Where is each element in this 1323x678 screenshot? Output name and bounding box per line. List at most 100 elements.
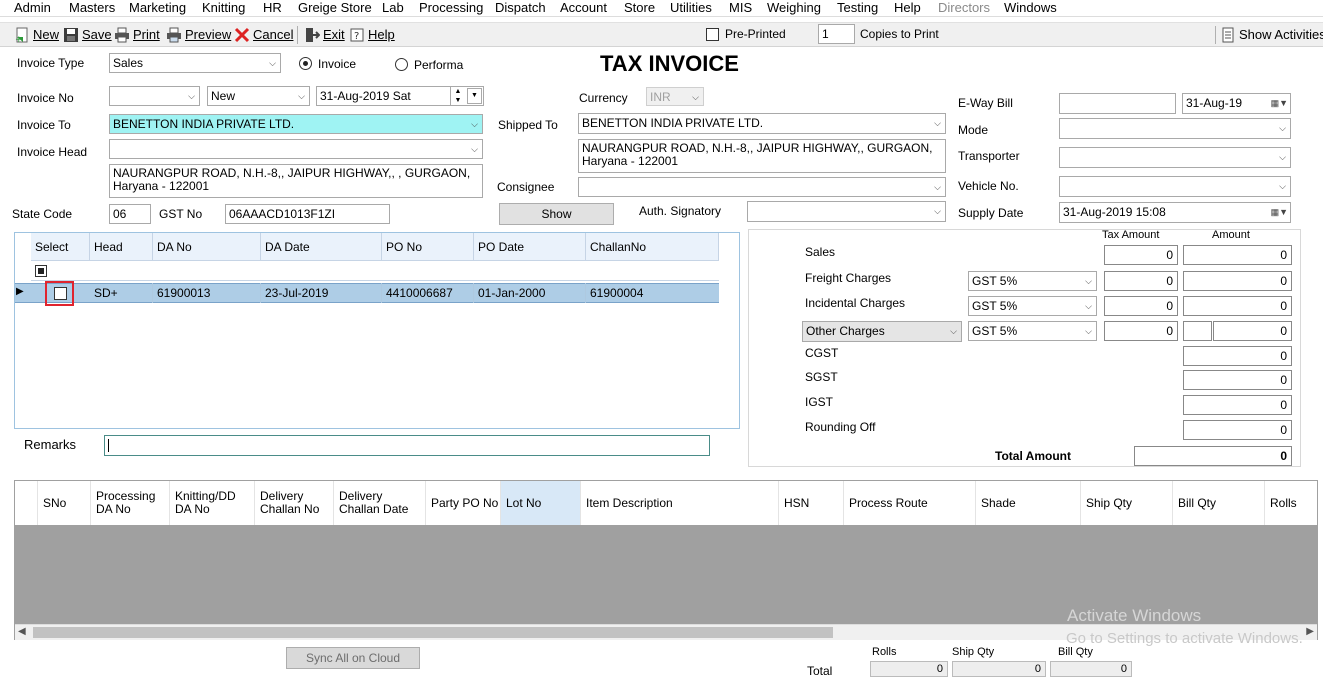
freight-gst-select[interactable]: GST 5% ⌵ [968,271,1097,291]
pre-printed-checkbox[interactable] [706,28,719,41]
menu-store[interactable]: Store [624,0,655,16]
menu-processing[interactable]: Processing [419,0,483,16]
freight-amount-input[interactable]: 0 [1183,271,1292,291]
col-ship-qty-header[interactable]: Ship Qty [1081,481,1173,525]
menu-weighing[interactable]: Weighing [767,0,821,16]
eway-bill-input[interactable] [1059,93,1176,114]
select-all-checkbox[interactable] [35,265,47,277]
copies-input[interactable]: 1 [818,24,855,44]
other-amount-input[interactable]: 0 [1213,321,1292,341]
rounding-amount-input[interactable]: 0 [1183,420,1292,440]
incidental-tax-input[interactable]: 0 [1104,296,1178,316]
menu-testing[interactable]: Testing [837,0,878,16]
cgst-amount-input[interactable]: 0 [1183,346,1292,366]
col-item-description-header[interactable]: Item Description [581,481,779,525]
dropdown-arrow-icon[interactable]: ▼ [467,88,482,104]
col-challan-date-header[interactable]: Delivery Challan Date [334,481,426,525]
col-po-no-header[interactable]: PO No [382,233,474,261]
help-button[interactable]: ? Help [349,25,395,45]
other-charges-select[interactable]: Other Charges ⌵ [802,321,962,342]
invoice-radio[interactable] [299,57,312,70]
scroll-right-icon[interactable]: ▶ [1306,626,1314,637]
incidental-amount-input[interactable]: 0 [1183,296,1292,316]
print-button[interactable]: Print [114,25,160,45]
menu-admin[interactable]: Admin [14,0,51,16]
preview-button[interactable]: Preview [166,25,231,45]
performa-radio[interactable] [395,58,408,71]
invoice-head-select[interactable]: ⌵ [109,139,483,159]
other-extra-input[interactable] [1183,321,1212,341]
supply-date-picker[interactable]: 31-Aug-2019 15:08 ▦▼ [1059,202,1291,223]
menu-utilities[interactable]: Utilities [670,0,712,16]
col-challan-no-header[interactable]: Delivery Challan No [255,481,334,525]
shipped-address-textarea[interactable]: NAURANGPUR ROAD, N.H.-8,, JAIPUR HIGHWAY… [578,139,946,173]
col-party-po-header[interactable]: Party PO No [426,481,501,525]
col-rolls-header[interactable]: Rolls [1265,481,1317,525]
sales-amount-input[interactable]: 0 [1183,245,1292,265]
shipped-to-select[interactable]: BENETTON INDIA PRIVATE LTD. ⌵ [578,113,946,134]
auth-signatory-select[interactable]: ⌵ [747,201,946,222]
menu-mis[interactable]: MIS [729,0,752,16]
invoice-status-select[interactable]: New ⌵ [207,86,310,106]
col-select-header[interactable]: Select [31,233,90,261]
scrollbar-thumb[interactable] [33,627,833,638]
menu-account[interactable]: Account [560,0,607,16]
freight-tax-input[interactable]: 0 [1104,271,1178,291]
col-knitting-da-header[interactable]: Knitting/DD DA No [170,481,255,525]
menu-marketing[interactable]: Marketing [129,0,186,16]
col-da-no-header[interactable]: DA No [153,233,261,261]
col-processing-da-header[interactable]: Processing DA No [91,481,170,525]
menu-knitting[interactable]: Knitting [202,0,245,16]
show-button[interactable]: Show [499,203,614,225]
new-button[interactable]: + New [14,25,59,45]
menu-hr[interactable]: HR [263,0,282,16]
col-po-date-header[interactable]: PO Date [474,233,586,261]
invoice-date-picker[interactable]: 31-Aug-2019 Sat ▲ ▼ ▼ [316,86,484,106]
col-da-date-header[interactable]: DA Date [261,233,382,261]
sync-cloud-button[interactable]: Sync All on Cloud [286,647,420,669]
gst-no-input[interactable]: 06AAACD1013F1ZI [225,204,390,224]
col-process-route-header[interactable]: Process Route [844,481,976,525]
menu-windows[interactable]: Windows [1004,0,1057,16]
show-activities-button[interactable]: Show Activities [1220,25,1323,45]
mode-select[interactable]: ⌵ [1059,118,1291,139]
sales-tax-input[interactable]: 0 [1104,245,1178,265]
other-tax-input[interactable]: 0 [1104,321,1178,341]
state-code-input[interactable]: 06 [109,204,151,224]
vehicle-no-select[interactable]: ⌵ [1059,176,1291,197]
menu-lab[interactable]: Lab [382,0,404,16]
menu-dispatch[interactable]: Dispatch [495,0,546,16]
calendar-dropdown-icon[interactable]: ▦▼ [1271,94,1288,112]
eway-date-picker[interactable]: 31-Aug-19 ▦▼ [1182,93,1291,114]
row-select-checkbox[interactable] [54,287,67,300]
col-head-header[interactable]: Head [90,233,153,261]
igst-amount-input[interactable]: 0 [1183,395,1292,415]
scroll-left-icon[interactable]: ◀ [18,626,26,637]
col-hsn-header[interactable]: HSN [779,481,844,525]
col-bill-qty-header[interactable]: Bill Qty [1173,481,1265,525]
remarks-input[interactable] [104,435,710,456]
state-code-label: State Code [12,207,73,221]
invoice-no-select[interactable]: ⌵ [109,86,200,106]
menu-help[interactable]: Help [894,0,921,16]
col-lot-no-header[interactable]: Lot No [501,481,581,525]
invoice-to-select[interactable]: BENETTON INDIA PRIVATE LTD. ⌵ [109,114,483,134]
consignee-select[interactable]: ⌵ [578,177,946,197]
menu-masters[interactable]: Masters [69,0,115,16]
menu-greige-store[interactable]: Greige Store [298,0,372,16]
spin-updown-icon[interactable]: ▲ ▼ [450,87,465,105]
save-button[interactable]: Save [63,25,112,45]
other-gst-select[interactable]: GST 5% ⌵ [968,321,1097,341]
sgst-amount-input[interactable]: 0 [1183,370,1292,390]
invoice-type-select[interactable]: Sales ⌵ [109,53,281,73]
col-sno-header[interactable]: SNo [38,481,91,525]
col-challan-header[interactable]: ChallanNo [586,233,719,261]
incidental-gst-select[interactable]: GST 5% ⌵ [968,296,1097,316]
col-shade-header[interactable]: Shade [976,481,1081,525]
calendar-dropdown-icon[interactable]: ▦▼ [1271,203,1288,221]
transporter-select[interactable]: ⌵ [1059,147,1291,168]
invoice-address-textarea[interactable]: NAURANGPUR ROAD, N.H.-8,, JAIPUR HIGHWAY… [109,164,483,198]
activate-windows-subtext: Go to Settings to activate Windows. [1066,630,1303,647]
exit-button[interactable]: Exit [304,25,345,45]
cancel-button[interactable]: Cancel [234,25,293,45]
